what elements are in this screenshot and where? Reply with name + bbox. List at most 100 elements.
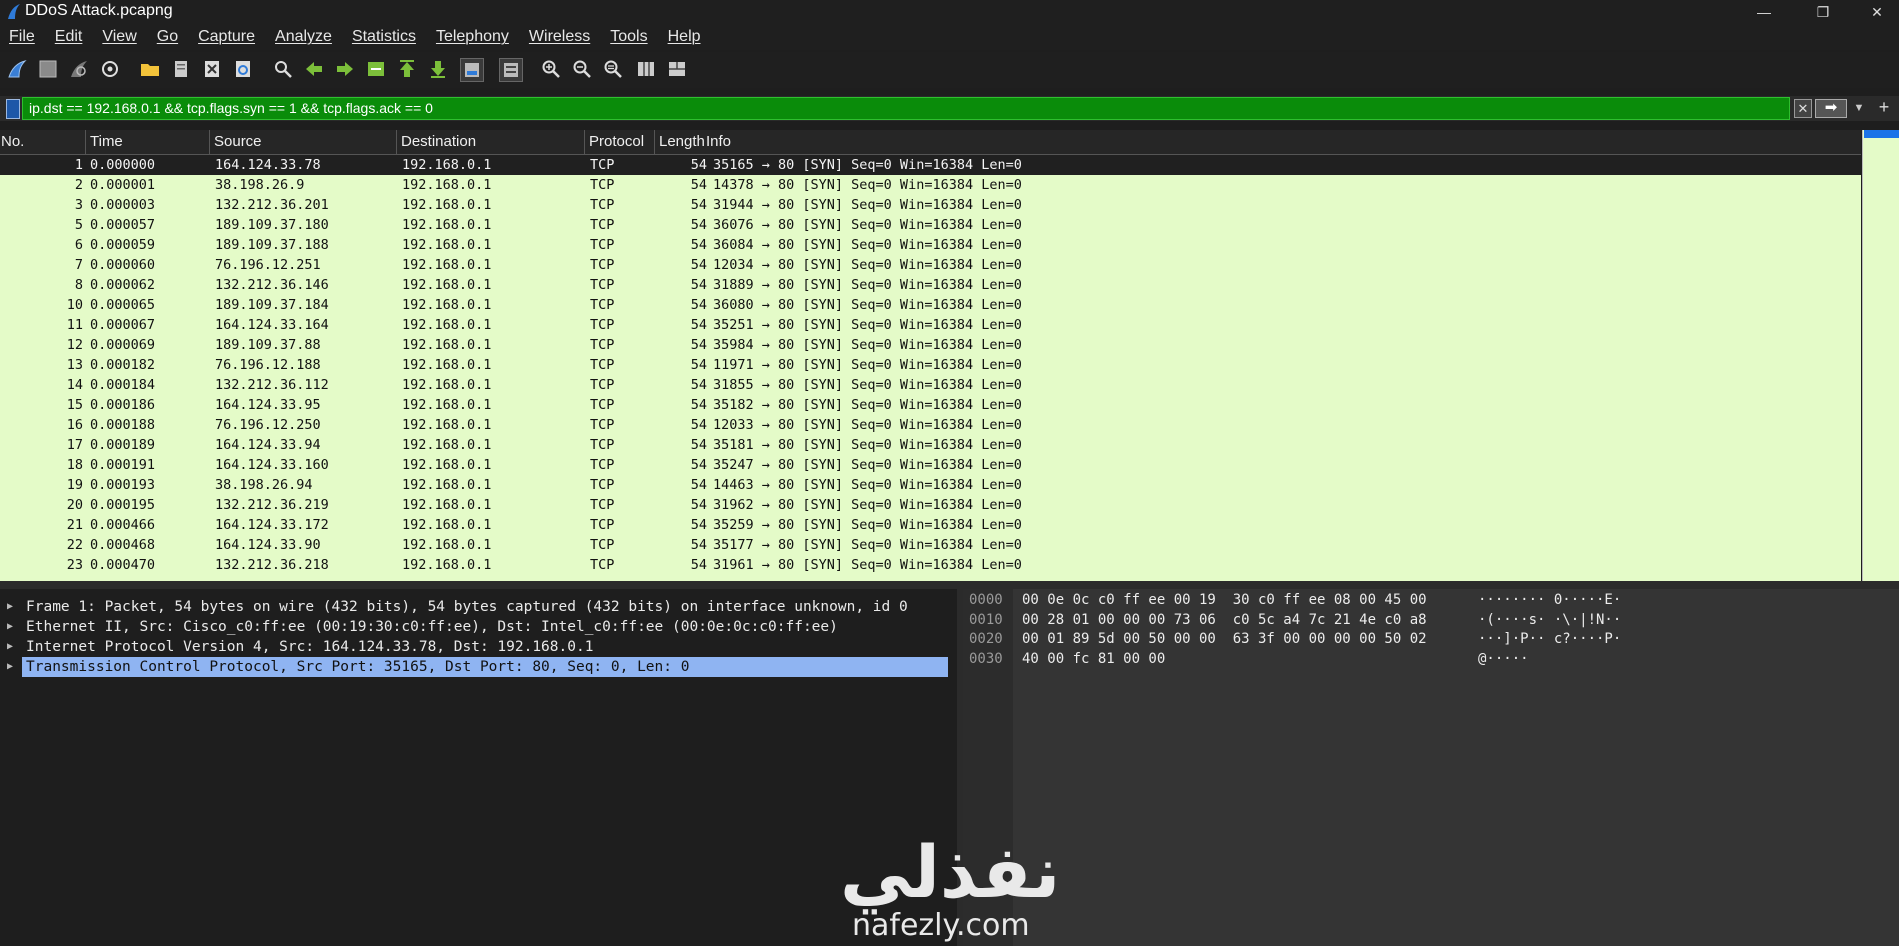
packet-time-cell: 0.000186 <box>90 397 156 413</box>
restart-icon[interactable] <box>68 58 90 80</box>
filter-history-dropdown[interactable]: ▼ <box>1852 99 1866 118</box>
filter-bookmark-icon[interactable] <box>6 99 20 119</box>
packet-list-scrollbar[interactable] <box>1862 130 1899 581</box>
menu-view[interactable]: View <box>93 28 147 46</box>
packet-dst-cell: 192.168.0.1 <box>402 277 492 293</box>
packet-row[interactable]: 2 0.000001 38.198.26.9 192.168.0.1 TCP 54 1437… <box>0 175 1861 195</box>
packet-src-cell: 132.212.36.219 <box>215 497 329 513</box>
colorize-icon[interactable] <box>499 58 523 82</box>
expand-arrow-icon[interactable]: ▶ <box>7 657 13 677</box>
packet-len-cell: 54 <box>690 557 707 573</box>
display-filter-input[interactable]: ip.dst == 192.168.0.1 && tcp.flags.syn =… <box>22 97 1790 120</box>
packet-time-cell: 0.000069 <box>90 337 156 353</box>
packet-len-cell: 54 <box>690 217 707 233</box>
go-back-icon[interactable] <box>303 58 325 80</box>
packet-list[interactable]: 1 0.000000 164.124.33.78 192.168.0.1 TCP 54 35… <box>0 155 1861 581</box>
col-source[interactable]: Source <box>210 130 397 154</box>
packet-info-cell: 35984 → 80 [SYN] Seq=0 Win=16384 Len=0 <box>713 337 1022 353</box>
menu-wireless[interactable]: Wireless <box>520 28 601 46</box>
menu-tools[interactable]: Tools <box>601 28 658 46</box>
go-to-packet-icon[interactable] <box>365 58 387 80</box>
packet-row[interactable]: 10 0.000065 189.109.37.184 192.168.0.1 TCP 54… <box>0 295 1861 315</box>
restore-button[interactable]: ❐ <box>1800 0 1846 24</box>
detail-tree-item[interactable]: ▶ Internet Protocol Version 4, Src: 164.1… <box>0 637 957 657</box>
autoscroll-icon[interactable] <box>460 58 484 82</box>
reload-icon[interactable] <box>232 58 254 80</box>
col-time[interactable]: Time <box>86 130 210 154</box>
apply-filter-button[interactable]: ➡ <box>1815 99 1847 118</box>
resize-columns-icon[interactable] <box>635 58 657 80</box>
packet-row[interactable]: 14 0.000184 132.212.36.112 192.168.0.1 TCP 54… <box>0 375 1861 395</box>
packet-row[interactable]: 5 0.000057 189.109.37.180 192.168.0.1 TCP 54 3… <box>0 215 1861 235</box>
col-no[interactable]: No. <box>0 130 86 154</box>
packet-row[interactable]: 21 0.000466 164.124.33.172 192.168.0.1 TCP 54… <box>0 515 1861 535</box>
menu-edit[interactable]: Edit <box>46 28 94 46</box>
packet-row[interactable]: 12 0.000069 189.109.37.88 192.168.0.1 TCP 54 3… <box>0 335 1861 355</box>
stop-icon[interactable] <box>37 58 59 80</box>
packet-info-cell: 11971 → 80 [SYN] Seq=0 Win=16384 Len=0 <box>713 357 1022 373</box>
find-packet-icon[interactable] <box>272 58 294 80</box>
capture-options-icon[interactable] <box>99 58 121 80</box>
packet-row[interactable]: 3 0.000003 132.212.36.201 192.168.0.1 TCP 54 3… <box>0 195 1861 215</box>
menu-analyze[interactable]: Analyze <box>266 28 343 46</box>
packet-row[interactable]: 1 0.000000 164.124.33.78 192.168.0.1 TCP 54 35… <box>0 155 1861 175</box>
first-packet-icon[interactable] <box>396 58 418 80</box>
menu-telephony[interactable]: Telephony <box>427 28 520 46</box>
zoom-in-icon[interactable] <box>540 58 562 80</box>
shark-fin-start-icon[interactable] <box>6 58 28 80</box>
packet-row[interactable]: 11 0.000067 164.124.33.164 192.168.0.1 TCP 54… <box>0 315 1861 335</box>
go-forward-icon[interactable] <box>334 58 356 80</box>
menu-statistics[interactable]: Statistics <box>343 28 427 46</box>
packet-src-cell: 38.198.26.9 <box>215 177 305 193</box>
packet-len-cell: 54 <box>690 257 707 273</box>
packet-row[interactable]: 23 0.000470 132.212.36.218 192.168.0.1 TCP 54… <box>0 555 1861 575</box>
minimize-button[interactable]: — <box>1741 0 1787 24</box>
close-file-icon[interactable] <box>201 58 223 80</box>
col-destination[interactable]: Destination <box>397 130 585 154</box>
packet-row[interactable]: 6 0.000059 189.109.37.188 192.168.0.1 TCP 54 3… <box>0 235 1861 255</box>
packet-dst-cell: 192.168.0.1 <box>402 557 492 573</box>
expand-arrow-icon[interactable]: ▶ <box>7 617 13 637</box>
packet-row[interactable]: 19 0.000193 38.198.26.94 192.168.0.1 TCP 54 14… <box>0 475 1861 495</box>
open-recent-icon[interactable] <box>170 58 192 80</box>
packet-len-cell: 54 <box>690 317 707 333</box>
packet-row[interactable]: 13 0.000182 76.196.12.188 192.168.0.1 TCP 54 1… <box>0 355 1861 375</box>
packet-proto-cell: TCP <box>590 537 615 553</box>
detail-tree-item[interactable]: ▶ Transmission Control Protocol, Src Port… <box>0 657 957 677</box>
menu-file[interactable]: File <box>0 28 46 46</box>
layout-icon[interactable] <box>666 58 688 80</box>
add-filter-button[interactable]: + <box>1875 97 1893 118</box>
normal-size-icon[interactable] <box>602 58 624 80</box>
packet-row[interactable]: 22 0.000468 164.124.33.90 192.168.0.1 TCP 54 3… <box>0 535 1861 555</box>
packet-row[interactable]: 8 0.000062 132.212.36.146 192.168.0.1 TCP 54 3… <box>0 275 1861 295</box>
col-protocol[interactable]: Protocol <box>585 130 655 154</box>
detail-tree-item[interactable]: ▶ Frame 1: Packet, 54 bytes on wire (432 … <box>0 597 957 617</box>
packet-row[interactable]: 15 0.000186 164.124.33.95 192.168.0.1 TCP 54 3… <box>0 395 1861 415</box>
pane-splitter[interactable] <box>0 581 1899 589</box>
col-info[interactable]: Info <box>706 130 1861 154</box>
menu-go[interactable]: Go <box>148 28 189 46</box>
scrollbar-thumb[interactable] <box>1864 130 1899 138</box>
detail-tree-item[interactable]: ▶ Ethernet II, Src: Cisco_c0:ff:ee (00:19… <box>0 617 957 637</box>
packet-no-cell: 15 <box>66 397 83 413</box>
last-packet-icon[interactable] <box>427 58 449 80</box>
packet-row[interactable]: 7 0.000060 76.196.12.251 192.168.0.1 TCP 54 12… <box>0 255 1861 275</box>
packet-dst-cell: 192.168.0.1 <box>402 417 492 433</box>
packet-info-cell: 35177 → 80 [SYN] Seq=0 Win=16384 Len=0 <box>713 537 1022 553</box>
menu-capture[interactable]: Capture <box>189 28 266 46</box>
col-length[interactable]: Length <box>655 130 709 154</box>
close-button[interactable]: ✕ <box>1854 0 1899 24</box>
packet-list-header: No. Time Source Destination Protocol Len… <box>0 130 1861 155</box>
clear-filter-button[interactable]: ✕ <box>1794 99 1812 118</box>
zoom-out-icon[interactable] <box>571 58 593 80</box>
wireshark-fin-icon <box>8 4 20 19</box>
expand-arrow-icon[interactable]: ▶ <box>7 637 13 657</box>
packet-row[interactable]: 20 0.000195 132.212.36.219 192.168.0.1 TCP 54… <box>0 495 1861 515</box>
packet-proto-cell: TCP <box>590 397 615 413</box>
expand-arrow-icon[interactable]: ▶ <box>7 597 13 617</box>
packet-row[interactable]: 17 0.000189 164.124.33.94 192.168.0.1 TCP 54 3… <box>0 435 1861 455</box>
menu-help[interactable]: Help <box>659 28 712 46</box>
packet-row[interactable]: 18 0.000191 164.124.33.160 192.168.0.1 TCP 54… <box>0 455 1861 475</box>
packet-row[interactable]: 16 0.000188 76.196.12.250 192.168.0.1 TCP 54 1… <box>0 415 1861 435</box>
open-folder-icon[interactable] <box>139 58 161 80</box>
